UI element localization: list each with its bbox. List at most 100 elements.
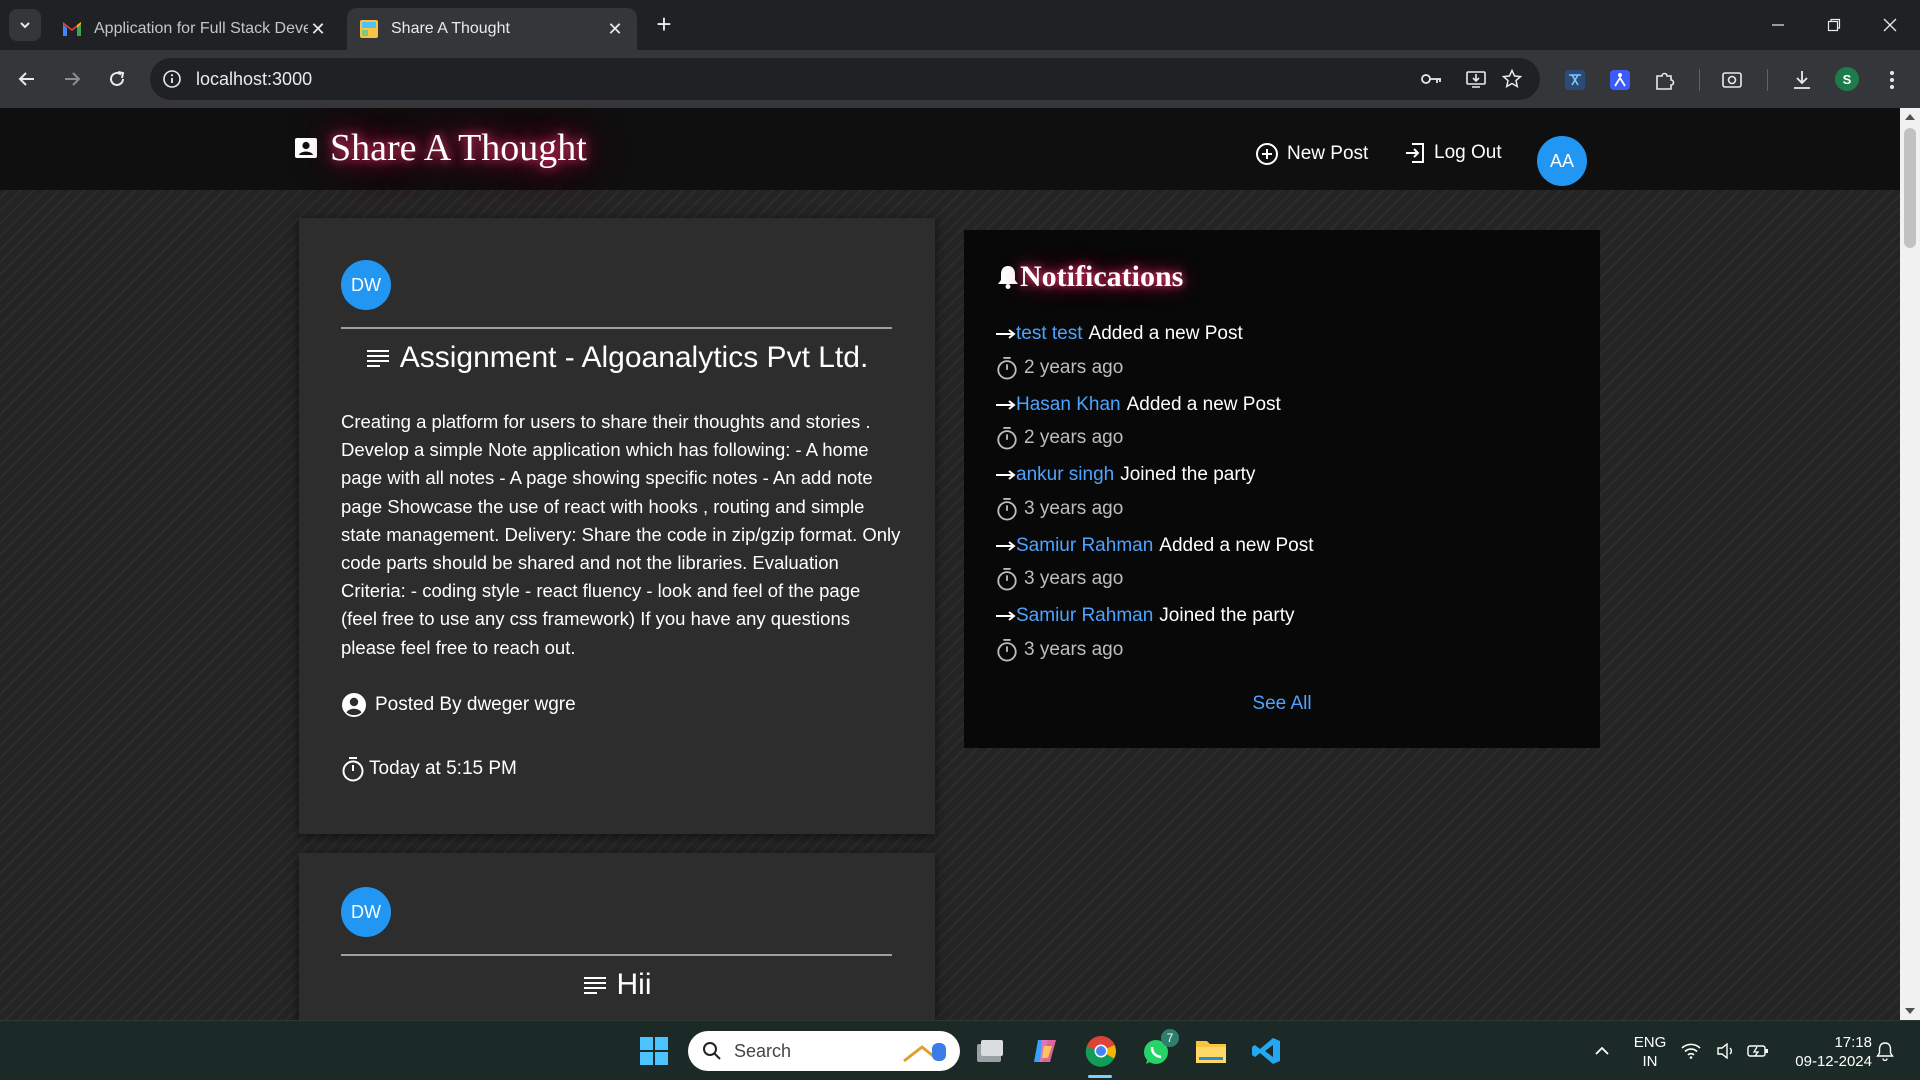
back-button[interactable] xyxy=(10,62,44,96)
extension-accessibility-icon[interactable] xyxy=(1606,66,1634,94)
windows-start-button[interactable] xyxy=(634,1031,674,1071)
browser-profile-avatar[interactable]: S xyxy=(1835,67,1859,91)
timer-icon xyxy=(997,639,1017,662)
arrow-right-icon xyxy=(996,611,1016,621)
posted-by-text: Posted By dweger wgre xyxy=(375,694,576,715)
active-app-indicator xyxy=(1088,1075,1112,1078)
post-author-avatar[interactable]: DW xyxy=(341,887,391,937)
restore-button[interactable] xyxy=(1806,0,1862,50)
log-out-label: Log Out xyxy=(1434,142,1502,163)
battery-status[interactable] xyxy=(1743,1031,1773,1071)
site-info-icon[interactable] xyxy=(160,67,184,91)
close-window-button[interactable] xyxy=(1862,0,1918,50)
post-title-row[interactable]: Hii xyxy=(299,961,935,1009)
notification-time-text: 3 years ago xyxy=(1024,568,1124,589)
toolbar-divider xyxy=(1699,69,1700,91)
timer-icon xyxy=(342,757,364,782)
restore-icon xyxy=(1827,18,1841,32)
whatsapp-taskbar-button[interactable]: 7 xyxy=(1137,1029,1179,1071)
language-code: ENG xyxy=(1633,1034,1667,1051)
timer-icon xyxy=(997,568,1017,591)
copilot-button[interactable] xyxy=(1025,1031,1065,1071)
language-indicator[interactable]: ENG IN xyxy=(1628,1033,1672,1071)
page-scrollbar[interactable] xyxy=(1900,108,1920,1020)
notifications-title: Notifications xyxy=(1020,260,1184,293)
post-author-avatar[interactable]: DW xyxy=(341,260,391,310)
tab-gmail[interactable]: Application for Full Stack Developer ✕ xyxy=(50,8,340,50)
download-icon[interactable] xyxy=(1788,66,1816,94)
extensions-puzzle-icon[interactable] xyxy=(1651,66,1679,94)
scroll-down-icon[interactable] xyxy=(1905,1008,1915,1014)
post-divider xyxy=(341,327,892,329)
wifi-status[interactable] xyxy=(1676,1031,1706,1071)
tab-share-a-thought[interactable]: Share A Thought ✕ xyxy=(347,8,637,50)
notification-time-text: 2 years ago xyxy=(1024,357,1124,378)
notification-user-link[interactable]: Hasan Khan xyxy=(1016,394,1121,416)
windows-logo-icon xyxy=(640,1037,668,1065)
show-hidden-icons-button[interactable] xyxy=(1582,1031,1622,1071)
notification-time-text: 2 years ago xyxy=(1024,427,1124,448)
browser-tab-strip: Application for Full Stack Developer ✕ S… xyxy=(0,0,1920,50)
chrome-taskbar-button[interactable] xyxy=(1081,1031,1121,1071)
scrollbar-thumb[interactable] xyxy=(1904,128,1916,248)
notification-item: Hasan Khan Added a new Post xyxy=(996,394,1281,416)
notification-user-link[interactable]: test test xyxy=(1016,323,1083,345)
logout-icon xyxy=(1406,143,1424,163)
app-header: Share A Thought New Post Log Out AA xyxy=(0,108,1900,190)
arrow-right-icon xyxy=(996,329,1016,339)
bell-icon xyxy=(998,266,1018,289)
user-avatar[interactable]: AA xyxy=(1537,136,1587,186)
new-post-label: New Post xyxy=(1287,143,1369,164)
gmail-icon xyxy=(62,19,82,39)
system-clock[interactable]: 17:18 09-12-2024 xyxy=(1780,1033,1872,1071)
bookmark-star-icon[interactable] xyxy=(1500,67,1524,91)
notification-time: 2 years ago xyxy=(996,426,1123,450)
screenshot-icon[interactable] xyxy=(1718,66,1746,94)
notification-user-link[interactable]: Samiur Rahman xyxy=(1016,535,1153,557)
notification-time: 3 years ago xyxy=(996,497,1123,521)
brand-logo[interactable]: Share A Thought xyxy=(294,126,587,170)
tab-title: Application for Full Stack Developer xyxy=(94,20,308,37)
volume-status[interactable] xyxy=(1711,1031,1741,1071)
task-view-button[interactable] xyxy=(970,1031,1010,1071)
notification-badge: 7 xyxy=(1161,1029,1179,1047)
taskbar-search[interactable]: Search xyxy=(688,1031,960,1071)
add-circle-icon xyxy=(1256,143,1278,165)
reload-button[interactable] xyxy=(100,62,134,96)
close-tab-icon[interactable]: ✕ xyxy=(605,19,625,40)
arrow-right-icon xyxy=(996,400,1016,410)
address-bar[interactable]: localhost:3000 xyxy=(150,58,1540,100)
tab-search-button[interactable] xyxy=(9,9,41,41)
vscode-taskbar-button[interactable] xyxy=(1246,1031,1286,1071)
forward-button[interactable] xyxy=(55,62,89,96)
notification-user-link[interactable]: Samiur Rahman xyxy=(1016,605,1153,627)
brand-title: Share A Thought xyxy=(330,127,587,169)
file-explorer-button[interactable] xyxy=(1191,1031,1231,1071)
post-title-row[interactable]: Assignment - Algoanalytics Pvt Ltd. xyxy=(299,334,935,382)
new-tab-button[interactable]: + xyxy=(650,11,678,39)
notification-user-link[interactable]: ankur singh xyxy=(1016,464,1114,486)
minimize-button[interactable] xyxy=(1750,0,1806,50)
more-menu-icon[interactable] xyxy=(1878,66,1906,94)
battery-icon xyxy=(1747,1045,1768,1057)
notification-action: Joined the party xyxy=(1159,605,1295,626)
scroll-up-icon[interactable] xyxy=(1905,114,1915,120)
region-code: IN xyxy=(1642,1053,1658,1070)
close-tab-icon[interactable]: ✕ xyxy=(308,19,328,40)
notes-icon xyxy=(366,350,389,367)
new-post-link[interactable]: New Post xyxy=(1255,142,1368,166)
install-app-icon[interactable] xyxy=(1464,67,1488,91)
notification-item: Samiur Rahman Joined the party xyxy=(996,605,1294,627)
post-body: Creating a platform for users to share t… xyxy=(341,411,901,658)
log-out-link[interactable]: Log Out xyxy=(1404,142,1502,164)
arrow-right-icon xyxy=(996,541,1016,551)
password-key-icon[interactable] xyxy=(1420,67,1444,91)
clock-time: 17:18 xyxy=(1834,1034,1872,1051)
notification-action: Added a new Post xyxy=(1126,394,1281,415)
extension-translate-icon[interactable] xyxy=(1561,66,1589,94)
notification-center-button[interactable] xyxy=(1870,1031,1900,1071)
notification-item: test test Added a new Post xyxy=(996,323,1243,345)
notes-icon xyxy=(583,977,606,994)
notification-item: ankur singh Joined the party xyxy=(996,464,1255,486)
see-all-link[interactable]: See All xyxy=(964,693,1600,715)
